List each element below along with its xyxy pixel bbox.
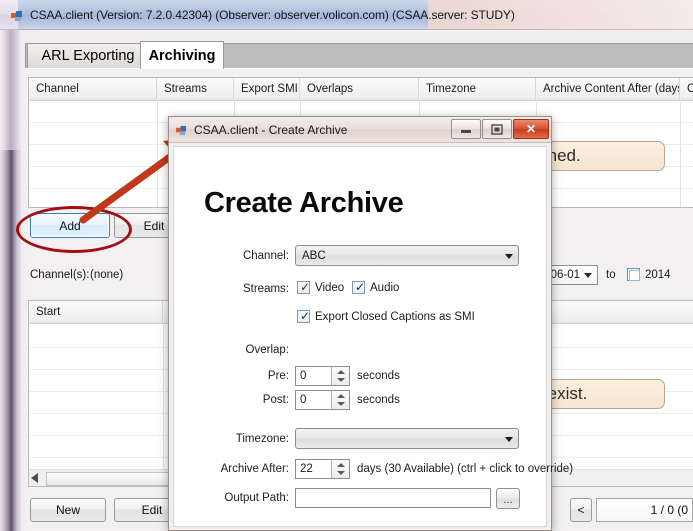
- app-icon: [11, 11, 22, 21]
- date-to-checkbox-inner: [629, 270, 640, 281]
- close-button[interactable]: ✕: [513, 119, 549, 139]
- video-checkbox-label: Video: [315, 282, 345, 294]
- col-start[interactable]: Start: [29, 301, 163, 323]
- pre-label: Pre:: [267, 370, 289, 382]
- col-streams[interactable]: Streams: [157, 78, 234, 100]
- minimize-icon: [461, 130, 471, 133]
- archive-after-stepper[interactable]: 22: [295, 459, 350, 479]
- post-seconds-stepper[interactable]: 0: [295, 390, 350, 410]
- screenshot-root: CSAA.client (Version: 7.2.0.42304) (Obse…: [0, 0, 693, 531]
- output-path-label: Output Path:: [224, 492, 289, 504]
- export-closed-captions-checkbox[interactable]: ✓: [297, 310, 310, 323]
- pre-seconds-unit: seconds: [357, 370, 400, 382]
- titlebar-divider: [0, 29, 693, 30]
- streams-label: Streams:: [242, 283, 289, 295]
- minimize-button[interactable]: [451, 119, 481, 139]
- date-to-checkbox[interactable]: [627, 268, 640, 281]
- dialog-app-icon: [176, 125, 187, 136]
- timezone-label: Timezone:: [235, 433, 289, 445]
- channel-label: Channel:: [242, 250, 289, 262]
- checkmark-icon: ✓: [355, 280, 366, 294]
- main-window-title: CSAA.client (Version: 7.2.0.42304) (Obse…: [30, 8, 515, 22]
- post-label: Post:: [262, 394, 289, 406]
- channels-label: Channel(s):: [30, 269, 90, 281]
- add-archive-button[interactable]: Add: [30, 213, 110, 238]
- post-seconds-unit: seconds: [357, 394, 400, 406]
- post-spin-buttons[interactable]: [331, 391, 349, 409]
- create-archive-dialog: CSAA.client - Create Archive ✕ Create Ar…: [168, 116, 573, 531]
- dialog-heading: Create Archive: [204, 187, 404, 219]
- tab-arl-exporting[interactable]: ARL Exporting: [27, 43, 149, 68]
- spin-up-icon[interactable]: [337, 394, 345, 398]
- date-range-to-label: to: [606, 269, 616, 281]
- channels-value: (none): [90, 269, 124, 281]
- tab-archiving[interactable]: Archiving: [140, 41, 224, 69]
- col-overlaps[interactable]: Overlaps: [300, 78, 419, 100]
- col-output-path[interactable]: Out: [680, 78, 693, 100]
- pre-seconds-stepper[interactable]: 0: [295, 366, 350, 386]
- checkmark-icon: ✓: [300, 280, 311, 294]
- config-grid-header-row: Channel Streams Export SMI Overlaps Time…: [29, 78, 693, 101]
- browse-output-path-button[interactable]: ...: [496, 488, 520, 509]
- archive-after-label: Archive After:: [220, 463, 289, 475]
- spin-down-icon[interactable]: [337, 402, 345, 406]
- date-to-value: 2014: [645, 269, 671, 281]
- spin-up-icon[interactable]: [337, 370, 345, 374]
- col-timezone[interactable]: Timezone: [419, 78, 536, 100]
- chevron-down-icon: [584, 273, 592, 278]
- checkmark-icon: ✓: [300, 309, 311, 323]
- archive-after-spin-buttons[interactable]: [331, 460, 349, 478]
- audio-checkbox-label: Audio: [370, 282, 400, 294]
- spin-down-icon[interactable]: [337, 471, 345, 475]
- col-export-smi[interactable]: Export SMI: [234, 78, 300, 100]
- col-channel[interactable]: Channel: [29, 78, 157, 100]
- overlap-label: Overlap:: [245, 344, 289, 356]
- new-session-button[interactable]: New: [30, 498, 106, 522]
- pre-spin-buttons[interactable]: [331, 367, 349, 385]
- pager-status: 1 / 0 (0: [596, 498, 693, 522]
- maximize-icon: [491, 123, 503, 135]
- video-checkbox[interactable]: ✓: [297, 281, 310, 294]
- spin-up-icon[interactable]: [337, 463, 345, 467]
- pager-prev-button[interactable]: <: [570, 498, 592, 522]
- archive-after-hint: days (30 Available) (ctrl + click to ove…: [357, 463, 574, 475]
- chevron-down-icon: [505, 253, 513, 259]
- col-archive-after-days[interactable]: Archive Content After (days): [536, 78, 680, 100]
- dialog-body: Create Archive Channel: ABC Streams: ✓ V…: [173, 146, 573, 527]
- timezone-combo[interactable]: [295, 428, 519, 449]
- maximize-button[interactable]: [482, 119, 512, 139]
- spin-down-icon[interactable]: [337, 378, 345, 382]
- scroll-left-arrow-icon[interactable]: [31, 473, 38, 483]
- channel-combo[interactable]: ABC: [295, 245, 519, 266]
- audio-checkbox[interactable]: ✓: [352, 281, 365, 294]
- dialog-title: CSAA.client - Create Archive: [194, 123, 348, 137]
- export-closed-captions-label: Export Closed Captions as SMI: [315, 311, 475, 323]
- chevron-down-icon: [505, 436, 513, 442]
- output-path-input[interactable]: [295, 488, 491, 508]
